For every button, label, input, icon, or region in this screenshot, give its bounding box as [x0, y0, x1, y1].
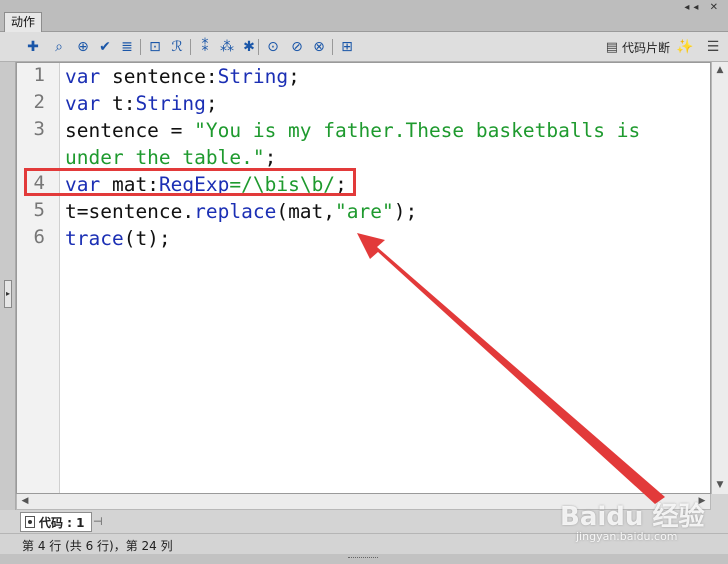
code-line[interactable]: sentence = "You is my father.These baske… [65, 117, 640, 144]
code-token: RegExp [158, 173, 230, 196]
scroll-down-icon[interactable]: ▼ [712, 477, 728, 493]
code-line[interactable]: var sentence:String; [65, 63, 300, 90]
script-editor[interactable]: 123456 var sentence:String; var t:String;… [16, 62, 711, 494]
code-token: t=sentence. [65, 200, 195, 223]
remove-comment-icon[interactable]: ⊗ [310, 38, 328, 56]
code-line[interactable]: t=sentence.replace(mat,"are"); [65, 198, 417, 225]
code-line[interactable]: var t:String; [65, 90, 218, 117]
toolbar-separator [332, 39, 333, 55]
code-line[interactable]: var mat:RegExp=/\bis\b/; [65, 171, 347, 198]
code-snippets-label: 代码片断 [621, 41, 670, 55]
cursor-position-status: 第 4 行 (共 6 行)，第 24 列 [22, 539, 173, 553]
panel-controls-icon[interactable]: ◂◂ ✕ [684, 2, 722, 13]
target-insert-icon[interactable]: ⊕ [74, 38, 92, 56]
line-number: 4 [33, 172, 45, 194]
wand-icon[interactable]: ✨ [676, 38, 694, 56]
line-number: 5 [33, 199, 45, 221]
script-document-icon [25, 516, 35, 528]
toolbar-separator [258, 39, 259, 55]
status-bar: 第 4 行 (共 6 行)，第 24 列 [0, 533, 728, 554]
code-token: t: [100, 92, 136, 115]
show-code-hint-icon[interactable]: ⊡ [146, 38, 164, 56]
show-hide-toolbox-icon[interactable]: ⊞ [338, 38, 356, 56]
horizontal-scrollbar[interactable]: ◀ ▶ [16, 494, 711, 510]
apply-line-comment-icon[interactable]: ⊘ [288, 38, 306, 56]
code-token: =/\bis\b/ [229, 173, 336, 196]
pin-script-icon[interactable]: ⊣ [93, 515, 103, 528]
code-token: "are" [335, 200, 394, 223]
code-token: ; [288, 65, 300, 88]
code-token: var [65, 65, 101, 88]
toolbox-collapse-strip: ▸ [0, 62, 16, 514]
code-line[interactable]: trace(t); [65, 225, 171, 252]
code-token: sentence: [100, 65, 218, 88]
code-token: ; [205, 92, 218, 115]
scroll-right-icon[interactable]: ▶ [694, 494, 710, 509]
actions-panel-tab[interactable]: 动作 [4, 12, 43, 32]
code-snippets-button[interactable]: ▤ 代码片断 [606, 39, 670, 56]
line-number: 6 [33, 226, 45, 248]
add-statement-icon[interactable]: ✚ [24, 38, 42, 56]
apply-block-comment-icon[interactable]: ⊙ [264, 38, 282, 56]
code-token: mat: [100, 173, 159, 196]
actions-toolbar: ▤ 代码片断 ✨ ☰ ✚ ⌕ ⊕ ✔ ≣ ⊡ ℛ ⁑ ⁂ ✱ ⊙ ⊘ ⊗ ⊞ [0, 32, 728, 62]
line-number-gutter: 1 2 3 4 5 6 [17, 63, 60, 493]
panel-resize-grip[interactable] [0, 554, 728, 564]
code-token: String [217, 65, 289, 88]
code-token: under the table." [65, 146, 265, 169]
debug-options-icon[interactable]: ℛ [168, 38, 186, 56]
code-tab-label: 代码 : 1 [39, 515, 85, 530]
code-token: trace [65, 227, 124, 250]
line-number: 2 [33, 91, 45, 113]
expand-toolbox-handle[interactable]: ▸ [4, 280, 12, 308]
code-token: "You is my father.These basketballs is [194, 119, 641, 142]
code-tab[interactable]: 代码 : 1 [20, 512, 92, 532]
scroll-up-icon[interactable]: ▲ [712, 62, 728, 78]
code-token: String [135, 92, 206, 115]
panel-tab-bar: 动作 ◂◂ ✕ [0, 0, 728, 32]
script-tabs: 代码 : 1 ⊣ [0, 510, 728, 532]
code-token: (mat, [276, 200, 336, 223]
code-snippets-icon: ▤ [605, 40, 618, 55]
auto-format-icon[interactable]: ≣ [118, 38, 136, 56]
line-number: 1 [33, 64, 45, 86]
code-token: ); [393, 200, 418, 223]
vertical-scrollbar[interactable]: ▲ ▼ [711, 62, 728, 494]
code-token: var [65, 92, 101, 115]
code-token: ; [335, 173, 347, 196]
code-token: replace [194, 200, 277, 223]
code-token: sentence = [65, 119, 195, 142]
collapse-selection-icon[interactable]: ⁂ [218, 38, 236, 56]
panel-menu-icon[interactable]: ☰ [704, 38, 722, 56]
code-token: (t); [123, 227, 171, 250]
code-token: ; [264, 146, 277, 169]
expand-all-icon[interactable]: ✱ [240, 38, 258, 56]
find-icon[interactable]: ⌕ [50, 38, 68, 56]
collapse-between-braces-icon[interactable]: ⁑ [196, 38, 214, 56]
code-line[interactable]: under the table."; [65, 144, 276, 171]
code-token: var [65, 173, 101, 196]
toolbar-separator [140, 39, 141, 55]
check-syntax-icon[interactable]: ✔ [96, 38, 114, 56]
scroll-left-icon[interactable]: ◀ [17, 494, 33, 509]
line-number: 3 [33, 118, 45, 140]
toolbar-separator [190, 39, 191, 55]
